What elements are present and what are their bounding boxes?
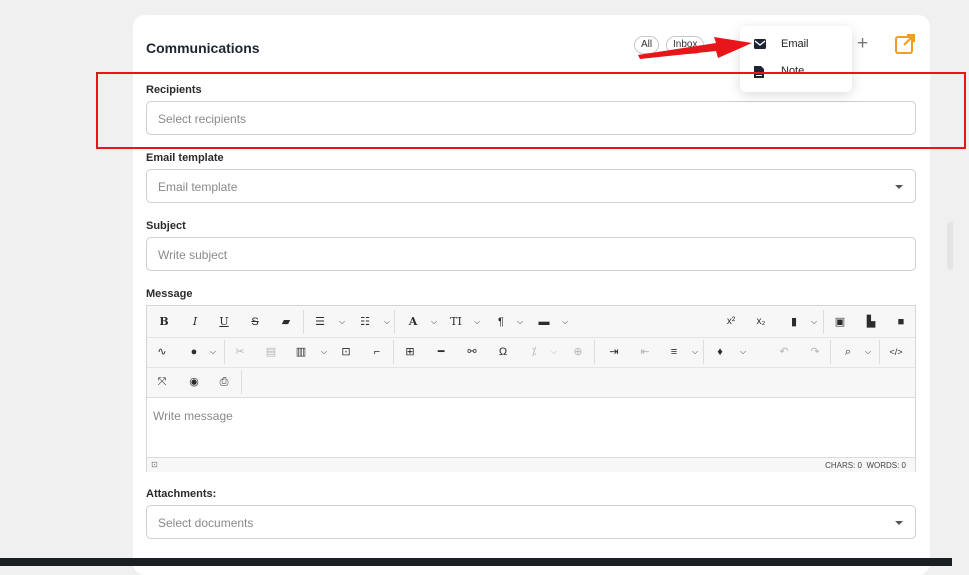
format-painter-icon[interactable]: ⌐ <box>370 343 384 361</box>
redo-icon[interactable]: ↷ <box>808 343 822 361</box>
subscript-button[interactable]: x₂ <box>754 313 768 331</box>
superscript-button[interactable]: x² <box>724 313 738 331</box>
chevron-down-icon[interactable]: ⌵ <box>427 313 441 331</box>
email-template-select[interactable]: Email template <box>146 169 916 203</box>
undo-icon[interactable]: ↶ <box>777 343 791 361</box>
toolbar-divider <box>823 310 824 334</box>
fullscreen-icon[interactable]: ⤧ <box>155 373 169 391</box>
print-icon[interactable]: ⎙ <box>217 373 231 391</box>
horizontal-rule-icon[interactable]: ━ <box>434 343 448 361</box>
chevron-down-icon[interactable]: ⌵ <box>380 313 394 331</box>
editor-toolbar: B I U S ▰ ☰ ⌵ ☷ ⌵ A ⌵ TI ⌵ ¶ ⌵ ▬ ⌵ x² x₂… <box>147 306 915 398</box>
preview-eye-icon[interactable]: ◉ <box>187 373 201 391</box>
cut-icon[interactable]: ✂ <box>233 343 247 361</box>
toolbar-divider <box>224 340 225 364</box>
toolbar-divider <box>703 340 704 364</box>
chevron-down-icon[interactable]: ⌵ <box>547 343 561 361</box>
word-count: CHARS: 0 WORDS: 0 <box>825 461 906 470</box>
copy-icon[interactable]: ▤ <box>264 343 278 361</box>
select-all-icon[interactable]: ⊡ <box>339 343 353 361</box>
email-template-placeholder: Email template <box>158 180 238 194</box>
annotation-arrow <box>638 37 752 59</box>
chevron-down-icon[interactable]: ⌵ <box>736 343 750 361</box>
video-icon[interactable]: ■ <box>894 313 908 331</box>
chevron-down-icon <box>895 185 903 189</box>
search-icon[interactable]: ⌕ <box>841 343 855 361</box>
toolbar-divider <box>879 340 880 364</box>
toolbar-divider <box>393 340 394 364</box>
chevron-down-icon[interactable]: ⌵ <box>470 313 484 331</box>
source-code-button[interactable]: </> <box>889 343 903 361</box>
chevron-down-icon[interactable]: ⌵ <box>317 343 331 361</box>
image-icon[interactable]: ▣ <box>833 313 847 331</box>
plus-icon[interactable]: + <box>857 34 868 53</box>
font-size-button[interactable]: TI <box>449 313 463 331</box>
toolbar-divider <box>241 370 242 394</box>
attachments-select[interactable]: Select documents <box>146 505 916 539</box>
side-panel-edge <box>947 222 953 270</box>
chevron-down-icon <box>895 521 903 525</box>
message-placeholder[interactable]: Write message <box>153 409 233 423</box>
bullet-list-icon[interactable]: ☰ <box>313 313 327 331</box>
card-title: Communications <box>146 40 260 56</box>
link-icon[interactable]: ⚯ <box>465 343 479 361</box>
toolbar-divider <box>594 340 595 364</box>
outdent-icon[interactable]: ⇤ <box>638 343 652 361</box>
email-template-label: Email template <box>146 152 224 164</box>
line-height-icon[interactable]: ▬ <box>537 313 551 331</box>
file-icon[interactable]: ▙ <box>864 313 878 331</box>
underline-button[interactable]: U <box>217 313 231 331</box>
toolbar-row-divider <box>147 337 915 338</box>
paragraph-button[interactable]: ¶ <box>494 313 508 331</box>
strikethrough-button[interactable]: S <box>248 313 262 331</box>
chars-count: CHARS: 0 <box>825 461 862 470</box>
numbered-list-icon[interactable]: ☷ <box>358 313 372 331</box>
microphone-icon[interactable]: ● <box>187 343 201 361</box>
paste-icon[interactable]: ▥ <box>294 343 308 361</box>
attachments-placeholder: Select documents <box>158 516 254 530</box>
chevron-down-icon[interactable]: ⌵ <box>206 343 220 361</box>
menu-item-email-label: Email <box>781 38 809 50</box>
clipboard-icon[interactable]: ▮ <box>787 313 801 331</box>
chevron-down-icon[interactable]: ⌵ <box>558 313 572 331</box>
subject-placeholder: Write subject <box>158 248 228 262</box>
editor-statusbar: ⊡ CHARS: 0 WORDS: 0 <box>147 457 915 472</box>
toolbar-divider <box>303 310 304 334</box>
font-family-button[interactable]: A <box>406 313 420 331</box>
align-icon[interactable]: ≡ <box>667 343 681 361</box>
taskbar <box>0 558 952 566</box>
menu-item-email[interactable]: Email <box>740 32 852 56</box>
subject-input[interactable]: Write subject <box>146 237 916 271</box>
chevron-down-icon[interactable]: ⌵ <box>335 313 349 331</box>
annotation-highlight-box <box>96 72 966 149</box>
chevron-down-icon[interactable]: ⌵ <box>513 313 527 331</box>
special-character-button[interactable]: Ω <box>496 343 510 361</box>
spellcheck-icon[interactable]: ∿ <box>155 343 169 361</box>
resize-handle-icon[interactable]: ⊡ <box>151 460 158 469</box>
chevron-down-icon[interactable]: ⌵ <box>688 343 702 361</box>
attachments-label: Attachments: <box>146 488 217 500</box>
table-icon[interactable]: ⊞ <box>403 343 417 361</box>
eraser-icon[interactable]: ▰ <box>279 313 293 331</box>
subject-label: Subject <box>146 220 186 232</box>
clear-format-icon[interactable]: ⁒ <box>527 343 541 361</box>
message-label: Message <box>146 288 193 300</box>
italic-button[interactable]: I <box>188 313 202 331</box>
ai-assistant-icon[interactable]: ⊕ <box>571 343 585 361</box>
words-count: WORDS: 0 <box>866 461 906 470</box>
color-drop-icon[interactable]: ♦ <box>713 343 727 361</box>
chevron-down-icon[interactable]: ⌵ <box>861 343 875 361</box>
chevron-down-icon[interactable]: ⌵ <box>807 313 821 331</box>
message-editor: B I U S ▰ ☰ ⌵ ☷ ⌵ A ⌵ TI ⌵ ¶ ⌵ ▬ ⌵ x² x₂… <box>146 305 916 472</box>
indent-icon[interactable]: ⇥ <box>607 343 621 361</box>
bold-button[interactable]: B <box>157 313 171 331</box>
external-link-icon[interactable] <box>894 33 916 55</box>
toolbar-row-divider <box>147 367 915 368</box>
toolbar-divider <box>830 340 831 364</box>
toolbar-divider <box>394 310 395 334</box>
